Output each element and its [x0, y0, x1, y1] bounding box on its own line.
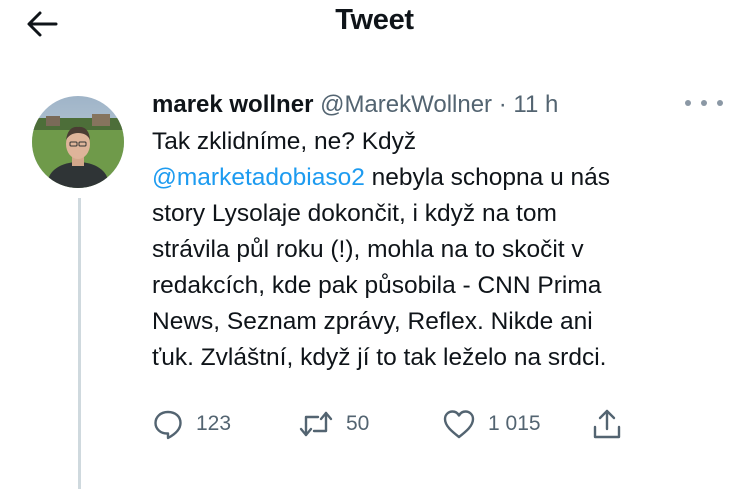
- tweet-text-line: ťuk. Zvláštní, když jí to tak leželo na …: [152, 340, 732, 376]
- reply-button[interactable]: 123: [152, 404, 231, 444]
- reply-icon: [154, 410, 182, 440]
- tweet-text-line: @marketadobiaso2 nebyla schopna u nás: [152, 160, 732, 196]
- tweet-actions: 123 50 1 015: [152, 404, 652, 444]
- tweet-text-line: redakcích, kde pak působila - CNN Prima: [152, 268, 732, 304]
- retweet-button[interactable]: 50: [298, 404, 369, 444]
- tweet-text-line: strávila půl roku (!), mohla na to skoči…: [152, 232, 732, 268]
- tweet-text-line: News, Seznam zprávy, Reflex. Nikde ani: [152, 304, 732, 340]
- tweet-text-segment: strávila půl roku (!), mohla na to skoči…: [152, 236, 584, 263]
- tweet-text-segment: News, Seznam zprávy, Reflex. Nikde ani: [152, 308, 593, 335]
- tweet-text-segment: Tak zklidníme, ne? Když: [152, 128, 417, 155]
- avatar[interactable]: [32, 96, 124, 188]
- heart-icon: [443, 410, 475, 439]
- tweet-text-segment: ťuk. Zvláštní, když jí to tak leželo na …: [152, 344, 607, 371]
- separator-dot: ·: [498, 91, 507, 118]
- tweet-text-segment: story Lysolaje dokončit, i když na tom: [152, 200, 557, 227]
- tweet-text-line: story Lysolaje dokončit, i když na tom: [152, 196, 732, 232]
- retweet-icon: [299, 411, 333, 437]
- like-button[interactable]: 1 015: [442, 404, 541, 444]
- tweet-time[interactable]: 11 h: [513, 91, 558, 118]
- tweet-text-segment: nebyla schopna u nás: [364, 164, 611, 191]
- author-handle[interactable]: @MarekWollner: [320, 91, 492, 118]
- mention-link[interactable]: @marketadobiaso2: [152, 164, 365, 191]
- avatar-photo: [32, 96, 124, 188]
- tweet-header: marek wollner @MarekWollner · 11 h: [152, 90, 558, 120]
- page-title: Tweet: [335, 4, 414, 36]
- more-button[interactable]: [676, 90, 732, 116]
- thread-line: [78, 198, 81, 489]
- tweet-text-segment: redakcích, kde pak působila - CNN Prima: [152, 272, 602, 299]
- top-bar: Tweet: [0, 0, 749, 48]
- reply-count: 123: [196, 412, 232, 435]
- like-count: 1 015: [488, 412, 541, 435]
- share-icon: [593, 409, 621, 439]
- more-dots-icon: [685, 100, 723, 106]
- tweet-text: Tak zklidníme, ne? Když @marketadobiaso2…: [152, 124, 732, 376]
- author-name[interactable]: marek wollner: [152, 91, 313, 118]
- share-button[interactable]: [592, 404, 622, 444]
- retweet-count: 50: [346, 412, 370, 435]
- tweet-text-line: Tak zklidníme, ne? Když: [152, 124, 732, 160]
